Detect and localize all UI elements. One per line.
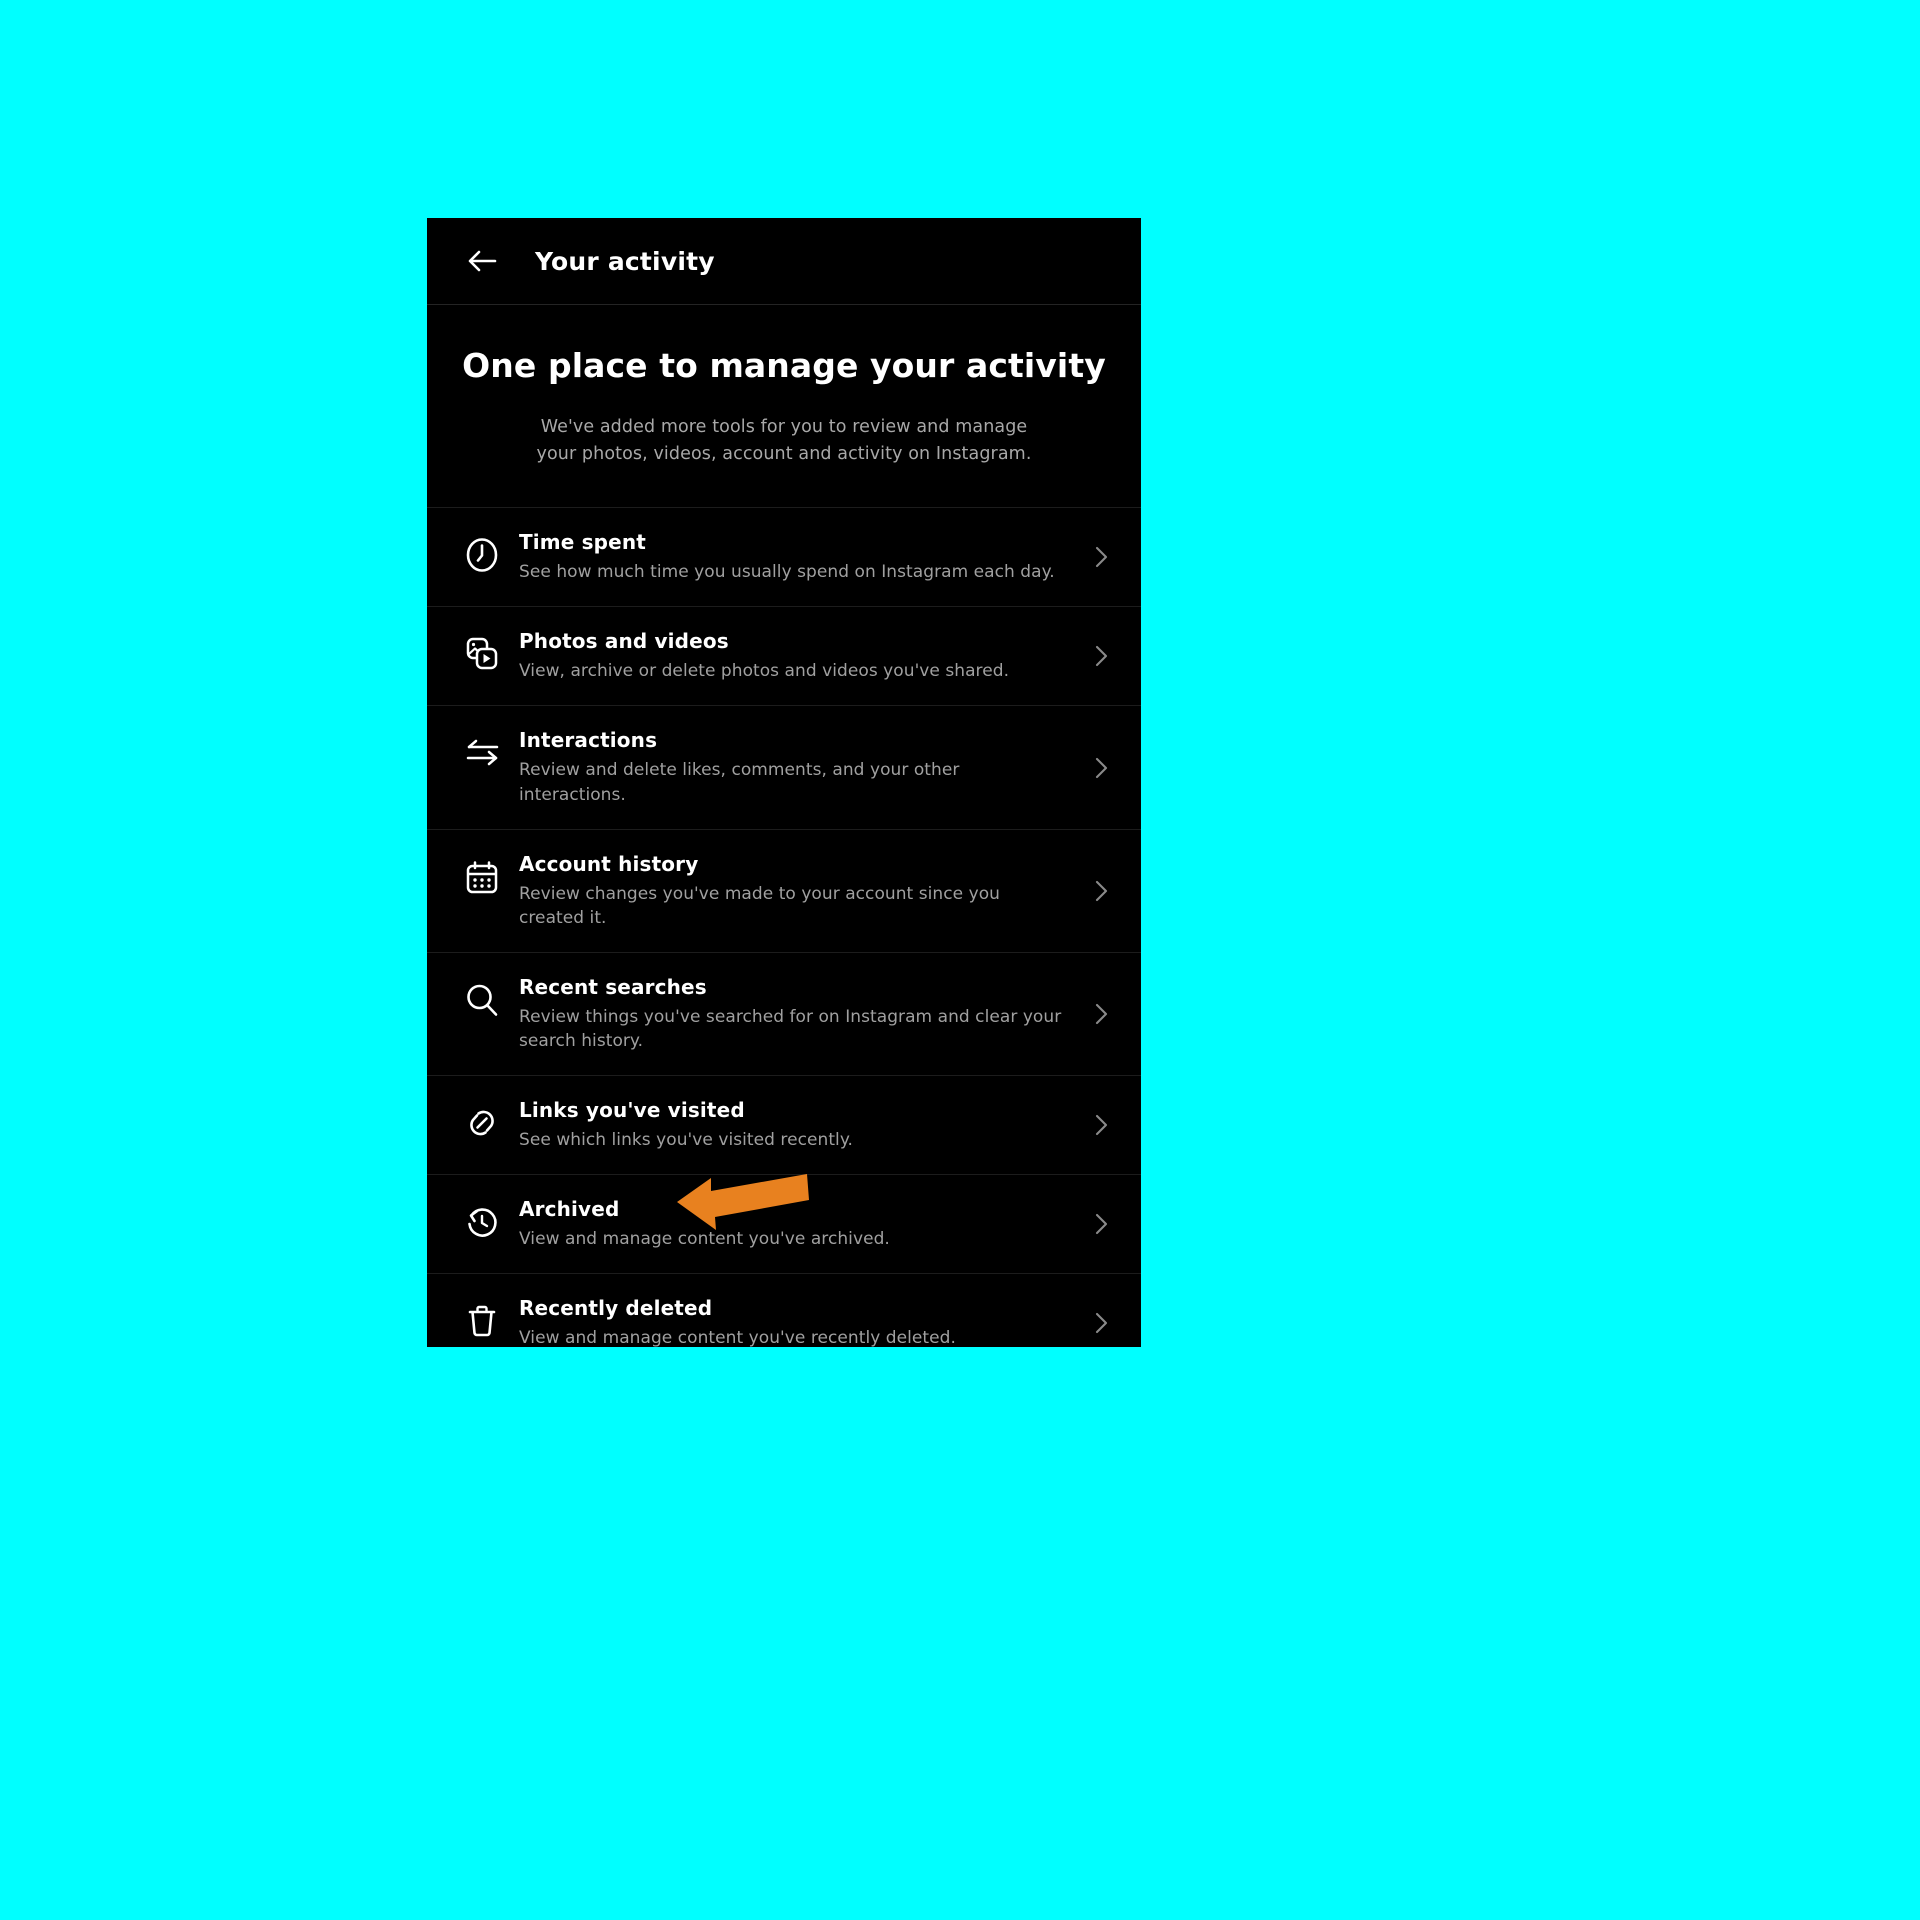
top-app-bar: Your activity xyxy=(427,218,1141,305)
hero-section: One place to manage your activity We've … xyxy=(427,305,1141,509)
list-item-text: Recently deleted View and manage content… xyxy=(519,1296,1085,1347)
list-item-description: Review things you've searched for on Ins… xyxy=(519,1006,1062,1051)
list-item-title: Recent searches xyxy=(519,974,707,999)
list-item-links-youve-visited[interactable]: Links you've visited See which links you… xyxy=(427,1076,1141,1176)
list-item-account-history[interactable]: Account history Review changes you've ma… xyxy=(427,830,1141,953)
list-item-text: Time spent See how much time you usually… xyxy=(519,530,1085,584)
list-item-text: Interactions Review and delete likes, co… xyxy=(519,728,1085,806)
list-item-description: View and manage content you've recently … xyxy=(519,1328,956,1347)
list-item-text: Account history Review changes you've ma… xyxy=(519,852,1085,930)
list-item-description: View and manage content you've archived. xyxy=(519,1229,890,1250)
list-item-recently-deleted[interactable]: Recently deleted View and manage content… xyxy=(427,1274,1141,1347)
list-item-description: Review and delete likes, comments, and y… xyxy=(519,760,960,805)
chevron-right-icon[interactable] xyxy=(1085,876,1119,906)
list-item-description: See which links you've visited recently. xyxy=(519,1130,853,1151)
search-icon xyxy=(461,975,519,1021)
chevron-right-icon[interactable] xyxy=(1085,1110,1119,1140)
list-item-text: Photos and videos View, archive or delet… xyxy=(519,629,1085,683)
chevron-right-icon[interactable] xyxy=(1085,1209,1119,1239)
list-item-description: Review changes you've made to your accou… xyxy=(519,883,1000,928)
photos-videos-icon xyxy=(461,629,519,675)
chevron-right-icon[interactable] xyxy=(1085,1308,1119,1338)
list-item-title: Interactions xyxy=(519,728,658,753)
hero-subtitle: We've added more tools for you to review… xyxy=(536,416,1032,464)
list-item-time-spent[interactable]: Time spent See how much time you usually… xyxy=(427,508,1141,608)
list-item-description: View, archive or delete photos and video… xyxy=(519,661,1010,682)
list-item-interactions[interactable]: Interactions Review and delete likes, co… xyxy=(427,706,1141,830)
link-icon xyxy=(461,1098,519,1144)
interactions-arrows-icon xyxy=(461,728,519,774)
list-item-description: See how much time you usually spend on I… xyxy=(519,562,1055,583)
list-item-archived[interactable]: Archived View and manage content you've … xyxy=(427,1175,1141,1275)
list-item-photos-and-videos[interactable]: Photos and videos View, archive or delet… xyxy=(427,607,1141,707)
list-item-title: Recently deleted xyxy=(519,1296,713,1321)
list-item-text: Archived View and manage content you've … xyxy=(519,1197,1085,1251)
clock-icon xyxy=(461,530,519,576)
phone-screen: Your activity One place to manage your a… xyxy=(427,218,1141,1347)
hero-title: One place to manage your activity xyxy=(462,346,1106,385)
back-button[interactable] xyxy=(460,239,504,283)
page-title: Your activity xyxy=(535,246,715,276)
list-item-title: Photos and videos xyxy=(519,629,729,654)
chevron-right-icon[interactable] xyxy=(1085,641,1119,671)
activity-list: Time spent See how much time you usually… xyxy=(427,508,1141,1347)
trash-icon xyxy=(461,1296,519,1342)
list-item-title: Links you've visited xyxy=(519,1098,745,1123)
calendar-icon xyxy=(461,852,519,898)
chevron-right-icon[interactable] xyxy=(1085,999,1119,1029)
list-item-recent-searches[interactable]: Recent searches Review things you've sea… xyxy=(427,953,1141,1077)
list-item-text: Links you've visited See which links you… xyxy=(519,1098,1085,1152)
chevron-right-icon[interactable] xyxy=(1085,542,1119,572)
list-item-title: Account history xyxy=(519,851,699,876)
list-item-text: Recent searches Review things you've sea… xyxy=(519,975,1085,1053)
list-item-title: Time spent xyxy=(519,530,646,555)
list-item-title: Archived xyxy=(519,1197,620,1222)
arrow-left-icon xyxy=(462,241,502,281)
chevron-right-icon[interactable] xyxy=(1085,753,1119,783)
history-clock-icon xyxy=(461,1197,519,1243)
